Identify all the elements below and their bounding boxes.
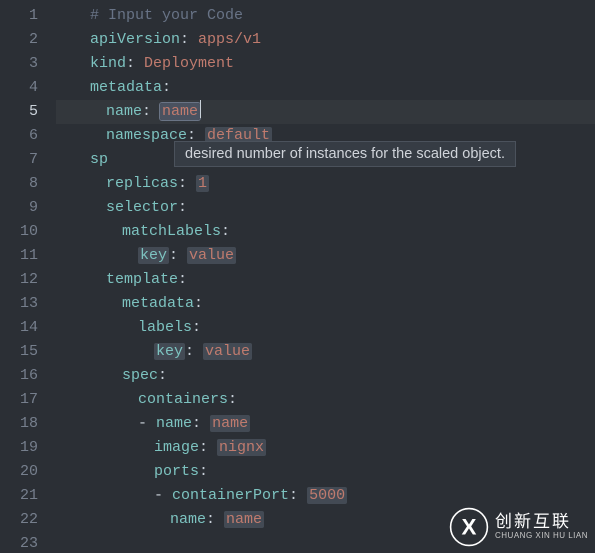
line-number: 14 [0, 316, 56, 340]
yaml-key: metadata [122, 295, 194, 312]
code-line[interactable]: kind: Deployment [56, 52, 595, 76]
watermark-text-main: 创新互联 [495, 513, 588, 532]
code-line[interactable]: containers: [56, 388, 595, 412]
code-line[interactable]: matchLabels: [56, 220, 595, 244]
code-line[interactable]: image: nignx [56, 436, 595, 460]
code-line[interactable]: # Input your Code [56, 4, 595, 28]
yaml-key: sp [90, 151, 108, 168]
line-number: 12 [0, 268, 56, 292]
line-number: 23 [0, 532, 56, 553]
yaml-key: apiVersion [90, 31, 180, 48]
line-number: 9 [0, 196, 56, 220]
yaml-key: selector [106, 199, 178, 216]
yaml-key: key [138, 247, 169, 264]
yaml-value: 1 [196, 175, 209, 192]
line-number: 18 [0, 412, 56, 436]
yaml-value: value [203, 343, 252, 360]
watermark-logo-icon: X [449, 507, 489, 547]
line-number: 8 [0, 172, 56, 196]
watermark: X 创新互联 CHUANG XIN HU LIAN [449, 501, 595, 553]
yaml-key: ports [154, 463, 199, 480]
line-number: 15 [0, 340, 56, 364]
yaml-value: 5000 [307, 487, 347, 504]
code-line[interactable]: key: value [56, 340, 595, 364]
hover-tooltip: desired number of instances for the scal… [174, 141, 516, 167]
line-number: 17 [0, 388, 56, 412]
code-line[interactable]: labels: [56, 316, 595, 340]
code-line[interactable]: ports: [56, 460, 595, 484]
line-number: 5 [0, 100, 56, 124]
yaml-key: name [170, 511, 206, 528]
line-number: 1 [0, 4, 56, 28]
yaml-value: name [160, 103, 200, 120]
line-number: 11 [0, 244, 56, 268]
yaml-key: containerPort [172, 487, 289, 504]
yaml-key: kind [90, 55, 126, 72]
code-line[interactable]: apiVersion: apps/v1 [56, 28, 595, 52]
yaml-key: name [106, 103, 142, 120]
yaml-value: Deployment [144, 55, 234, 72]
yaml-value: name [224, 511, 264, 528]
yaml-key: image [154, 439, 199, 456]
code-line[interactable]: - name: name [56, 412, 595, 436]
watermark-text-sub: CHUANG XIN HU LIAN [495, 532, 588, 541]
yaml-key: labels [138, 319, 192, 336]
comment-text: # Input your Code [90, 7, 243, 24]
line-number: 21 [0, 484, 56, 508]
yaml-key: replicas [106, 175, 178, 192]
line-number: 16 [0, 364, 56, 388]
code-line[interactable]: name: name [56, 100, 595, 124]
line-number: 3 [0, 52, 56, 76]
code-line[interactable]: spec: [56, 364, 595, 388]
yaml-key: spec [122, 367, 158, 384]
yaml-key: template [106, 271, 178, 288]
line-number: 7 [0, 148, 56, 172]
yaml-value: value [187, 247, 236, 264]
code-line[interactable]: selector: [56, 196, 595, 220]
yaml-key: name [156, 415, 192, 432]
line-number: 10 [0, 220, 56, 244]
yaml-value: name [210, 415, 250, 432]
code-line[interactable]: replicas: 1 [56, 172, 595, 196]
line-number: 19 [0, 436, 56, 460]
yaml-key: matchLabels [122, 223, 221, 240]
yaml-key: key [154, 343, 185, 360]
yaml-value: nignx [217, 439, 266, 456]
code-line[interactable]: key: value [56, 244, 595, 268]
line-number: 4 [0, 76, 56, 100]
yaml-key: containers [138, 391, 228, 408]
line-number: 6 [0, 124, 56, 148]
code-line[interactable]: template: [56, 268, 595, 292]
svg-text:X: X [462, 515, 477, 540]
code-line[interactable]: metadata: [56, 292, 595, 316]
line-number: 22 [0, 508, 56, 532]
line-number: 2 [0, 28, 56, 52]
code-area[interactable]: desired number of instances for the scal… [56, 0, 595, 553]
line-number-gutter: 1234567891011121314151617181920212223 [0, 0, 56, 553]
code-line[interactable]: metadata: [56, 76, 595, 100]
line-number: 13 [0, 292, 56, 316]
yaml-key: metadata [90, 79, 162, 96]
line-number: 20 [0, 460, 56, 484]
code-editor[interactable]: 1234567891011121314151617181920212223 de… [0, 0, 595, 553]
text-cursor [200, 100, 201, 118]
yaml-value: apps/v1 [198, 31, 261, 48]
